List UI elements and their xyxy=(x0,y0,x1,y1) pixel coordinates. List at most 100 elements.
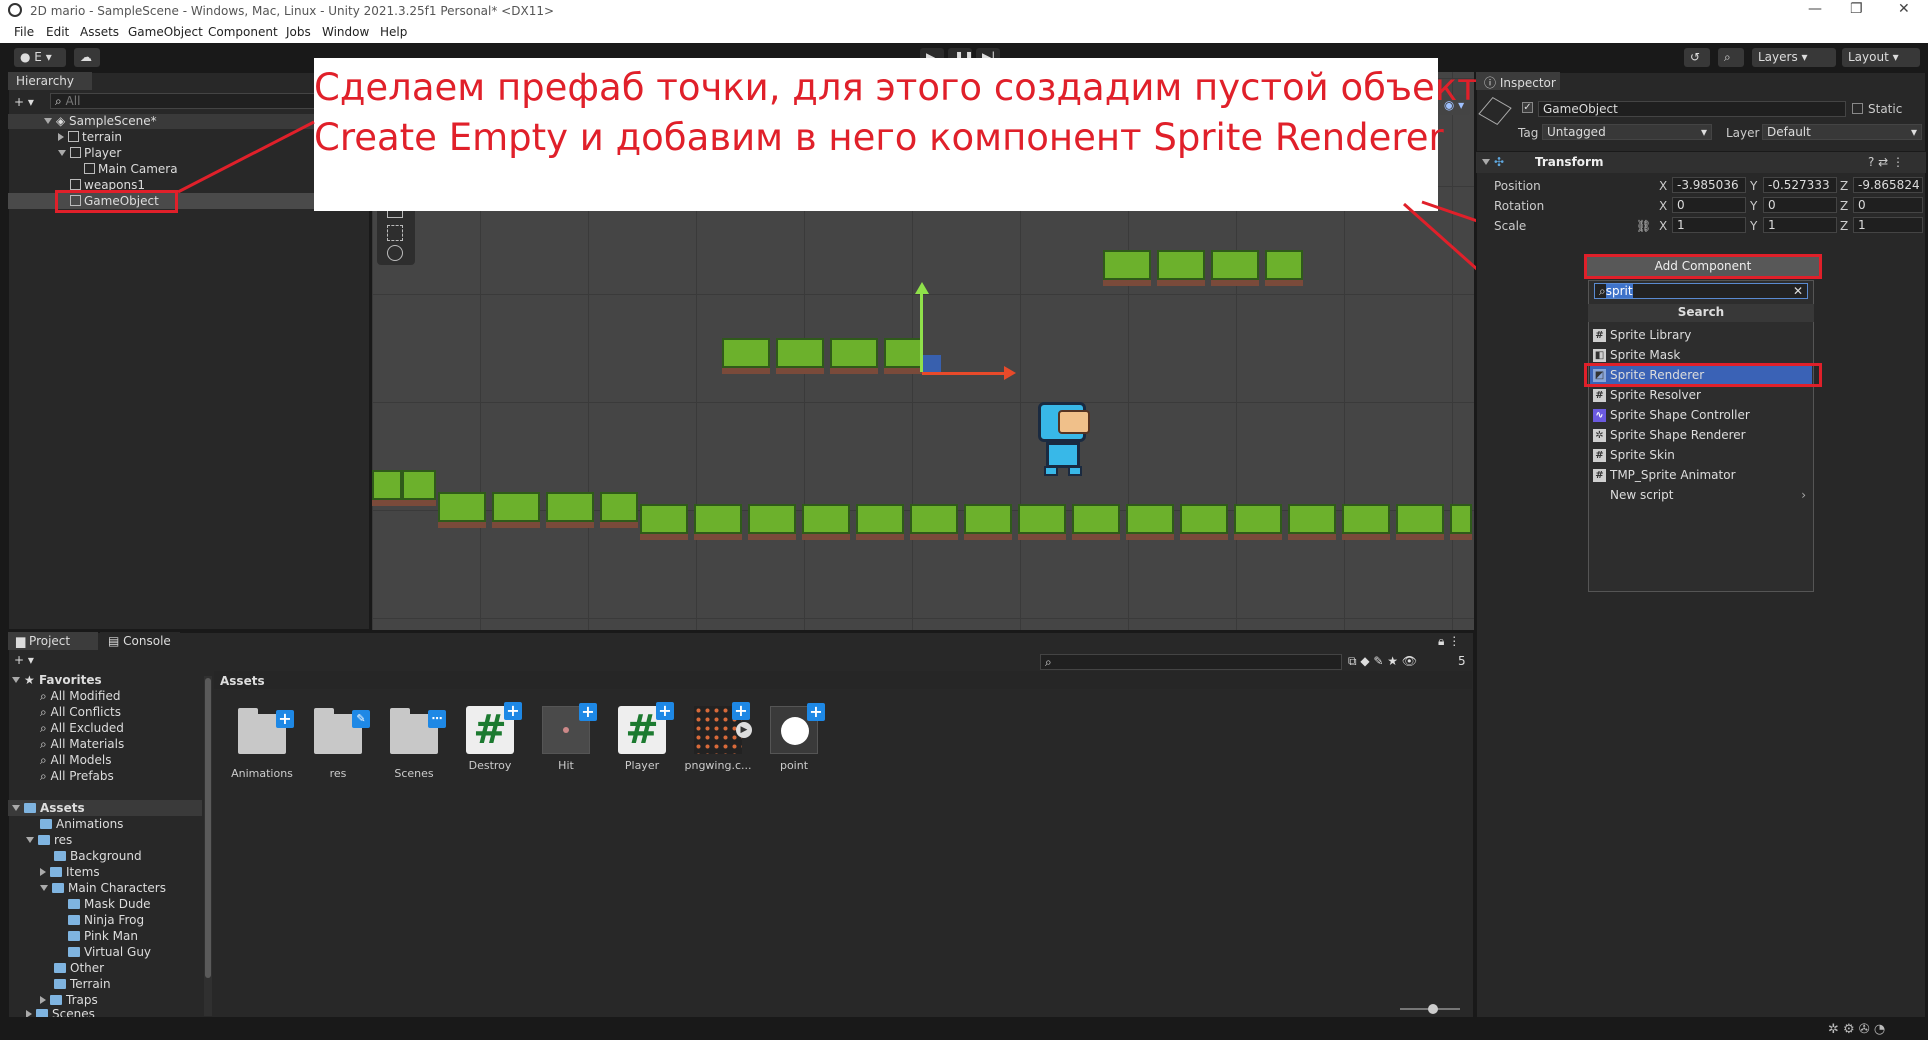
search-icon: ⌕ xyxy=(1599,284,1606,298)
position-z-field[interactable]: -9.865824 xyxy=(1853,177,1923,193)
result-sprite-resolver[interactable]: # Sprite Resolver xyxy=(1590,386,1812,404)
asset-res[interactable]: ✎ res xyxy=(302,706,374,780)
axis-y-label: Y xyxy=(1750,199,1758,213)
result-label: Sprite Resolver xyxy=(1610,388,1701,402)
position-y-field[interactable]: -0.527333 xyxy=(1763,177,1837,193)
gameobject-name-field[interactable]: GameObject xyxy=(1538,101,1846,117)
result-sprite-shape-controller[interactable]: ∿ Sprite Shape Controller xyxy=(1590,406,1812,424)
result-new-script[interactable]: New script › xyxy=(1590,486,1812,504)
project-panel xyxy=(8,632,1474,1018)
highlight-add-component xyxy=(1584,254,1822,279)
component-search-input[interactable]: ⌕sprit ✕ xyxy=(1594,283,1808,299)
result-sprite-shape-renderer[interactable]: ✲ Sprite Shape Renderer xyxy=(1590,426,1812,444)
tree-label: Ninja Frog xyxy=(84,913,145,927)
project-add-button[interactable]: + ▾ xyxy=(14,653,34,667)
expand-play-icon[interactable]: ▶ xyxy=(736,722,752,738)
tree-animations[interactable]: Animations xyxy=(40,817,123,831)
fav-label: All Materials xyxy=(50,737,125,751)
fav-all-materials[interactable]: ⌕ All Materials xyxy=(40,737,124,752)
tree-label: Terrain xyxy=(70,977,111,991)
clear-search-icon[interactable]: ✕ xyxy=(1793,284,1803,298)
tree-label: Mask Dude xyxy=(84,897,151,911)
fav-all-excluded[interactable]: ⌕ All Excluded xyxy=(40,721,124,736)
filter-icons[interactable]: ⧉ ◆ ✎ ★ 👁︎ xyxy=(1348,654,1417,669)
active-checkbox[interactable]: ✓ xyxy=(1522,102,1533,113)
sprite-shape-icon: ∿ xyxy=(1593,409,1606,422)
asset-point[interactable]: + point xyxy=(758,703,830,772)
script-icon: # xyxy=(1593,389,1606,402)
tree-main-characters[interactable]: Main Characters xyxy=(40,881,166,895)
tree-scrollbar[interactable] xyxy=(204,676,212,1016)
folder-icon xyxy=(54,963,66,973)
scale-z-field[interactable]: 1 xyxy=(1853,217,1923,233)
tree-mask-dude[interactable]: Mask Dude xyxy=(68,897,151,911)
project-search-input[interactable]: ⌕ xyxy=(1040,654,1342,670)
position-x-field[interactable]: -3.985036 xyxy=(1672,177,1746,193)
rotation-x-field[interactable]: 0 xyxy=(1672,197,1746,213)
result-tmp-sprite-animator[interactable]: # TMP_Sprite Animator xyxy=(1590,466,1812,484)
static-checkbox[interactable] xyxy=(1852,103,1863,114)
layer-dropdown[interactable]: Default ▾ xyxy=(1762,124,1922,140)
tab-inspector[interactable]: ⓘ Inspector xyxy=(1476,72,1560,90)
rotation-y-field[interactable]: 0 xyxy=(1763,197,1837,213)
asset-player[interactable]: # + Player xyxy=(606,702,678,772)
result-label: TMP_Sprite Animator xyxy=(1610,468,1736,482)
folder-icon xyxy=(38,835,50,845)
fav-all-modified[interactable]: ⌕ All Modified xyxy=(40,689,120,704)
result-label: New script xyxy=(1610,488,1674,502)
tree-label: Background xyxy=(70,849,142,863)
folder-icon: ▆ xyxy=(16,634,30,648)
tab-project[interactable]: ▆ Project xyxy=(8,632,98,650)
asset-scenes[interactable]: ⋯ Scenes xyxy=(378,706,450,780)
result-sprite-library[interactable]: # Sprite Library xyxy=(1590,326,1812,344)
favorites-label: Favorites xyxy=(38,673,102,687)
result-label: Sprite Shape Controller xyxy=(1610,408,1750,422)
asset-hit[interactable]: + Hit xyxy=(530,703,602,772)
scale-x-field[interactable]: 1 xyxy=(1672,217,1746,233)
icon-size-slider[interactable] xyxy=(1400,1004,1460,1014)
project-tab-label: Project xyxy=(29,634,71,648)
tree-label: Traps xyxy=(66,993,98,1007)
fav-all-conflicts[interactable]: ⌕ All Conflicts xyxy=(40,705,121,720)
tag-dropdown[interactable]: Untagged ▾ xyxy=(1542,124,1712,140)
tree-terrain[interactable]: Terrain xyxy=(54,977,111,991)
tree-ninja-frog[interactable]: Ninja Frog xyxy=(68,913,144,927)
breadcrumb[interactable]: Assets xyxy=(220,674,265,688)
rotation-z-field[interactable]: 0 xyxy=(1853,197,1923,213)
tree-traps[interactable]: Traps xyxy=(40,993,98,1007)
tree-items[interactable]: Items xyxy=(40,865,100,879)
favorites-header[interactable]: ★ Favorites xyxy=(12,673,102,687)
asset-label: Animations xyxy=(231,767,293,780)
tree-other[interactable]: Other xyxy=(54,961,104,975)
tree-pink-man[interactable]: Pink Man xyxy=(68,929,138,943)
scale-y-field[interactable]: 1 xyxy=(1763,217,1837,233)
transform-menu-icons[interactable]: ? ⇄ ⋮ xyxy=(1868,155,1904,169)
scale-label: Scale xyxy=(1494,219,1527,233)
sprite-shape-renderer-icon: ✲ xyxy=(1593,429,1606,442)
folder-icon xyxy=(68,899,80,909)
tree-res[interactable]: res xyxy=(26,833,72,847)
asset-animations[interactable]: + Animations xyxy=(226,706,298,780)
asset-pngwing[interactable]: + ▶ pngwing.c... xyxy=(682,702,754,772)
assets-root[interactable]: Assets xyxy=(12,801,85,815)
transform-foldout[interactable]: ✣ xyxy=(1482,155,1504,169)
axis-y-label: Y xyxy=(1750,179,1758,193)
fav-all-models[interactable]: ⌕ All Models xyxy=(40,753,112,768)
transform-title: Transform xyxy=(1535,155,1604,169)
tree-scenes[interactable]: Scenes xyxy=(26,1007,95,1017)
spritesheet-thumb-icon: + ▶ xyxy=(694,702,752,754)
result-sprite-skin[interactable]: # Sprite Skin xyxy=(1590,446,1812,464)
tab-console[interactable]: ▤ Console xyxy=(100,632,180,650)
fav-all-prefabs[interactable]: ⌕ All Prefabs xyxy=(40,769,114,784)
status-bar: ✲ ⚙ ✇ ◔ xyxy=(0,1020,1928,1040)
asset-destroy[interactable]: # + Destroy xyxy=(454,702,526,772)
constrain-proportions-icon[interactable]: ⛓ xyxy=(1636,219,1651,233)
tree-background[interactable]: Background xyxy=(54,849,142,863)
console-tab-label: Console xyxy=(123,634,171,648)
lock-icon[interactable]: 🔒︎ ⋮ xyxy=(1438,634,1460,649)
asset-label: res xyxy=(329,767,347,780)
result-sprite-mask[interactable]: ◧ Sprite Mask xyxy=(1590,346,1812,364)
status-icons[interactable]: ✲ ⚙ ✇ ◔ xyxy=(1828,1022,1885,1037)
tree-virtual-guy[interactable]: Virtual Guy xyxy=(68,945,151,959)
folder-icon xyxy=(24,803,36,813)
